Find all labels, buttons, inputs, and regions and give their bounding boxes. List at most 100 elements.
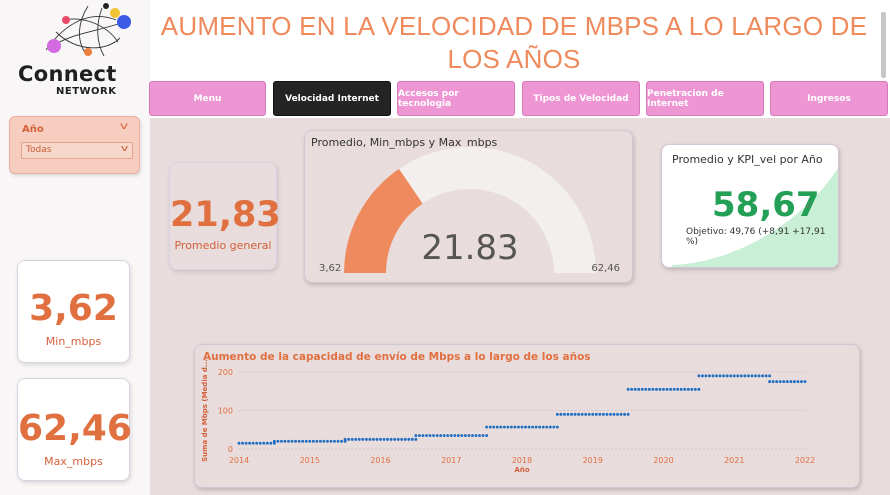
data-point [485, 434, 489, 437]
y-tick-label: 0 [228, 445, 233, 454]
data-point [336, 439, 340, 443]
x-tick-label: 2016 [370, 456, 390, 465]
data-point [517, 425, 520, 429]
x-tick-label: 2021 [724, 456, 744, 465]
data-point [481, 434, 485, 437]
data-point [379, 437, 382, 441]
data-point [676, 387, 680, 391]
data-point [725, 374, 729, 378]
data-point [686, 387, 690, 391]
chevron-down-icon[interactable]: v [121, 144, 128, 154]
scrollbar[interactable] [881, 12, 886, 78]
data-point [241, 441, 244, 445]
data-point [580, 412, 584, 416]
data-point [605, 412, 609, 416]
max-label: Max_mbps [44, 455, 103, 468]
data-point [601, 412, 605, 416]
data-point [471, 434, 474, 437]
data-point [276, 439, 280, 443]
promedio-card: 21,83 Promedio general [169, 162, 281, 270]
min-value: 3,62 [29, 288, 118, 329]
data-point [251, 441, 255, 445]
data-point [244, 441, 248, 445]
data-point [308, 439, 312, 443]
data-point [640, 387, 644, 391]
kpi-goal: Objetivo: 49,76 (+8,91 +17,91 %) [686, 227, 826, 247]
data-point [690, 387, 694, 391]
data-point [382, 437, 386, 441]
data-point [785, 380, 789, 384]
data-point [757, 374, 761, 378]
data-point [410, 437, 414, 441]
data-point [400, 437, 404, 441]
data-point [704, 374, 708, 378]
data-point [683, 387, 687, 391]
data-point [350, 437, 354, 441]
data-point [403, 437, 407, 441]
kpi-value: 58,67 [712, 185, 820, 225]
data-point [478, 434, 481, 437]
data-point [463, 434, 467, 437]
data-point [594, 412, 598, 416]
data-point [577, 412, 581, 416]
data-point [789, 380, 793, 384]
data-point [796, 380, 800, 384]
gauge-min-label: 3,62 [319, 263, 342, 274]
connect-logo: Connect NETWORK [16, 2, 146, 98]
data-point [739, 374, 743, 378]
data-point [290, 439, 294, 443]
nav-penetracion-button[interactable]: Penetracion de Internet [646, 81, 764, 116]
gauge-value: 21.83 [421, 228, 519, 268]
year-dropdown[interactable]: Todas v [21, 142, 133, 159]
data-point [746, 374, 750, 378]
year-slicer[interactable]: Año v Todas v [9, 116, 140, 174]
y-tick-label: 100 [218, 407, 233, 416]
data-point [658, 387, 662, 391]
data-point [460, 434, 464, 437]
data-point [499, 425, 503, 429]
sidebar: Connect NETWORK Año v Todas v 3,62 Min_m… [0, 0, 150, 495]
brand-name: Connect [18, 62, 117, 86]
nav-velocidad-button[interactable]: Velocidad Internet [273, 81, 391, 116]
data-point [343, 437, 347, 441]
x-tick-label: 2014 [229, 456, 249, 465]
data-point [637, 387, 641, 391]
data-point [598, 412, 602, 416]
data-point [407, 437, 411, 441]
report-canvas: 21,83 Promedio general Promedio, Min_mbp… [150, 118, 890, 495]
data-point [778, 380, 782, 384]
data-point [559, 412, 563, 416]
data-point [782, 380, 786, 384]
data-point [467, 434, 471, 437]
chevron-down-icon[interactable]: v [120, 121, 128, 132]
data-point [421, 434, 425, 437]
nav-accesos-button[interactable]: Accesos por tecnologia [397, 81, 515, 116]
data-point [700, 374, 704, 378]
data-point [449, 434, 453, 437]
data-point [608, 412, 612, 416]
nav-tipos-button[interactable]: Tipos de Velocidad [522, 81, 640, 116]
nav-ingresos-button[interactable]: Ingresos [770, 81, 888, 116]
data-point [428, 434, 432, 437]
nav-menu-button[interactable]: Menu [149, 81, 266, 116]
data-point [322, 439, 326, 443]
min-card: 3,62 Min_mbps [17, 260, 130, 363]
brand-subtitle: NETWORK [56, 86, 117, 97]
x-tick-label: 2022 [795, 456, 815, 465]
data-point [386, 437, 390, 441]
data-point [548, 425, 552, 429]
data-point [665, 387, 669, 391]
data-point [435, 434, 439, 437]
data-point [456, 434, 460, 437]
data-point [729, 374, 733, 378]
data-point [425, 434, 428, 437]
data-point [764, 374, 768, 378]
data-point [715, 374, 719, 378]
network-globe-icon [45, 3, 131, 57]
data-point [711, 374, 715, 378]
data-point [555, 412, 559, 416]
data-point [258, 441, 262, 445]
data-point [524, 425, 527, 429]
data-point [630, 387, 634, 391]
data-point [513, 425, 517, 429]
